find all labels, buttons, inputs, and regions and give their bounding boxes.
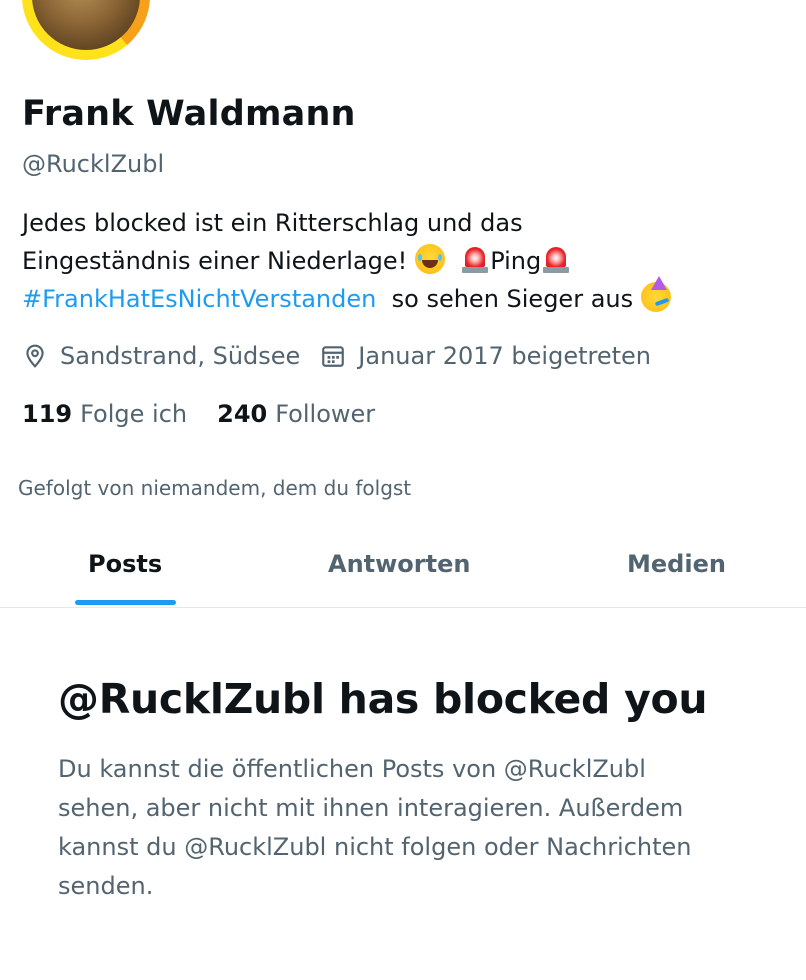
hashtag-link[interactable]: #FrankHatEsNichtVerstanden: [22, 285, 376, 313]
bio-line-3: #FrankHatEsNichtVerstanden so sehen Sieg…: [22, 276, 782, 318]
party-face-emoji-icon: [640, 276, 671, 312]
bio-ping-text: Ping: [490, 247, 542, 275]
bio-line-2: Eingeständnis einer Niederlage! Ping: [22, 242, 782, 280]
avatar-photo: [32, 0, 140, 50]
laughing-emoji-icon: [414, 244, 445, 274]
bio-line-3-text: so sehen Sieger aus: [391, 285, 634, 313]
siren-emoji-icon: [541, 244, 571, 274]
blocked-notice-line: senden.: [58, 872, 154, 900]
followed-by-text: Gefolgt von niemandem, dem du folgst: [18, 476, 412, 500]
siren-emoji-icon: [460, 244, 490, 274]
profile-tabs: Posts Antworten Medien: [0, 530, 806, 608]
profile-display-name: Frank Waldmann: [22, 94, 356, 134]
following-count: 119: [22, 400, 73, 428]
following-label: Folge ich: [80, 400, 188, 428]
followers-count: 240: [217, 400, 268, 428]
blocked-notice-line: kannst du @RucklZubl nicht folgen oder N…: [58, 833, 692, 861]
profile-location: Sandstrand, Südsee: [60, 342, 301, 370]
profile-joined-date: Januar 2017 beigetreten: [358, 342, 651, 370]
bio-line-1: Jedes blocked ist ein Ritterschlag und d…: [22, 209, 523, 237]
blocked-notice-title: @RucklZubl has blocked you: [58, 675, 708, 723]
followers-link[interactable]: 240 Follower: [217, 400, 375, 428]
bio-line-2-text: Eingeständnis einer Niederlage!: [22, 247, 408, 275]
followers-label: Follower: [275, 400, 376, 428]
tab-medien[interactable]: Medien: [627, 550, 726, 578]
blocked-notice-text: Du kannst die öffentlichen Posts von @Ru…: [58, 750, 778, 906]
profile-meta: Sandstrand, Südsee Januar 2017 beigetret…: [22, 342, 651, 370]
location-pin-icon: [26, 344, 44, 368]
active-tab-indicator: [75, 600, 176, 605]
profile-stats: 119 Folge ich 240 Follower: [22, 400, 375, 428]
tab-posts[interactable]: Posts: [88, 550, 162, 578]
calendar-icon: [322, 346, 345, 367]
blocked-notice-line: Du kannst die öffentlichen Posts von @Ru…: [58, 755, 646, 783]
blocked-notice-line: sehen, aber nicht mit ihnen interagieren…: [58, 794, 684, 822]
profile-handle: @RucklZubl: [22, 150, 165, 178]
tab-antworten[interactable]: Antworten: [328, 550, 470, 578]
profile-bio: Jedes blocked ist ein Ritterschlag und d…: [22, 204, 782, 318]
avatar[interactable]: [22, 0, 150, 60]
following-link[interactable]: 119 Folge ich: [22, 400, 187, 428]
